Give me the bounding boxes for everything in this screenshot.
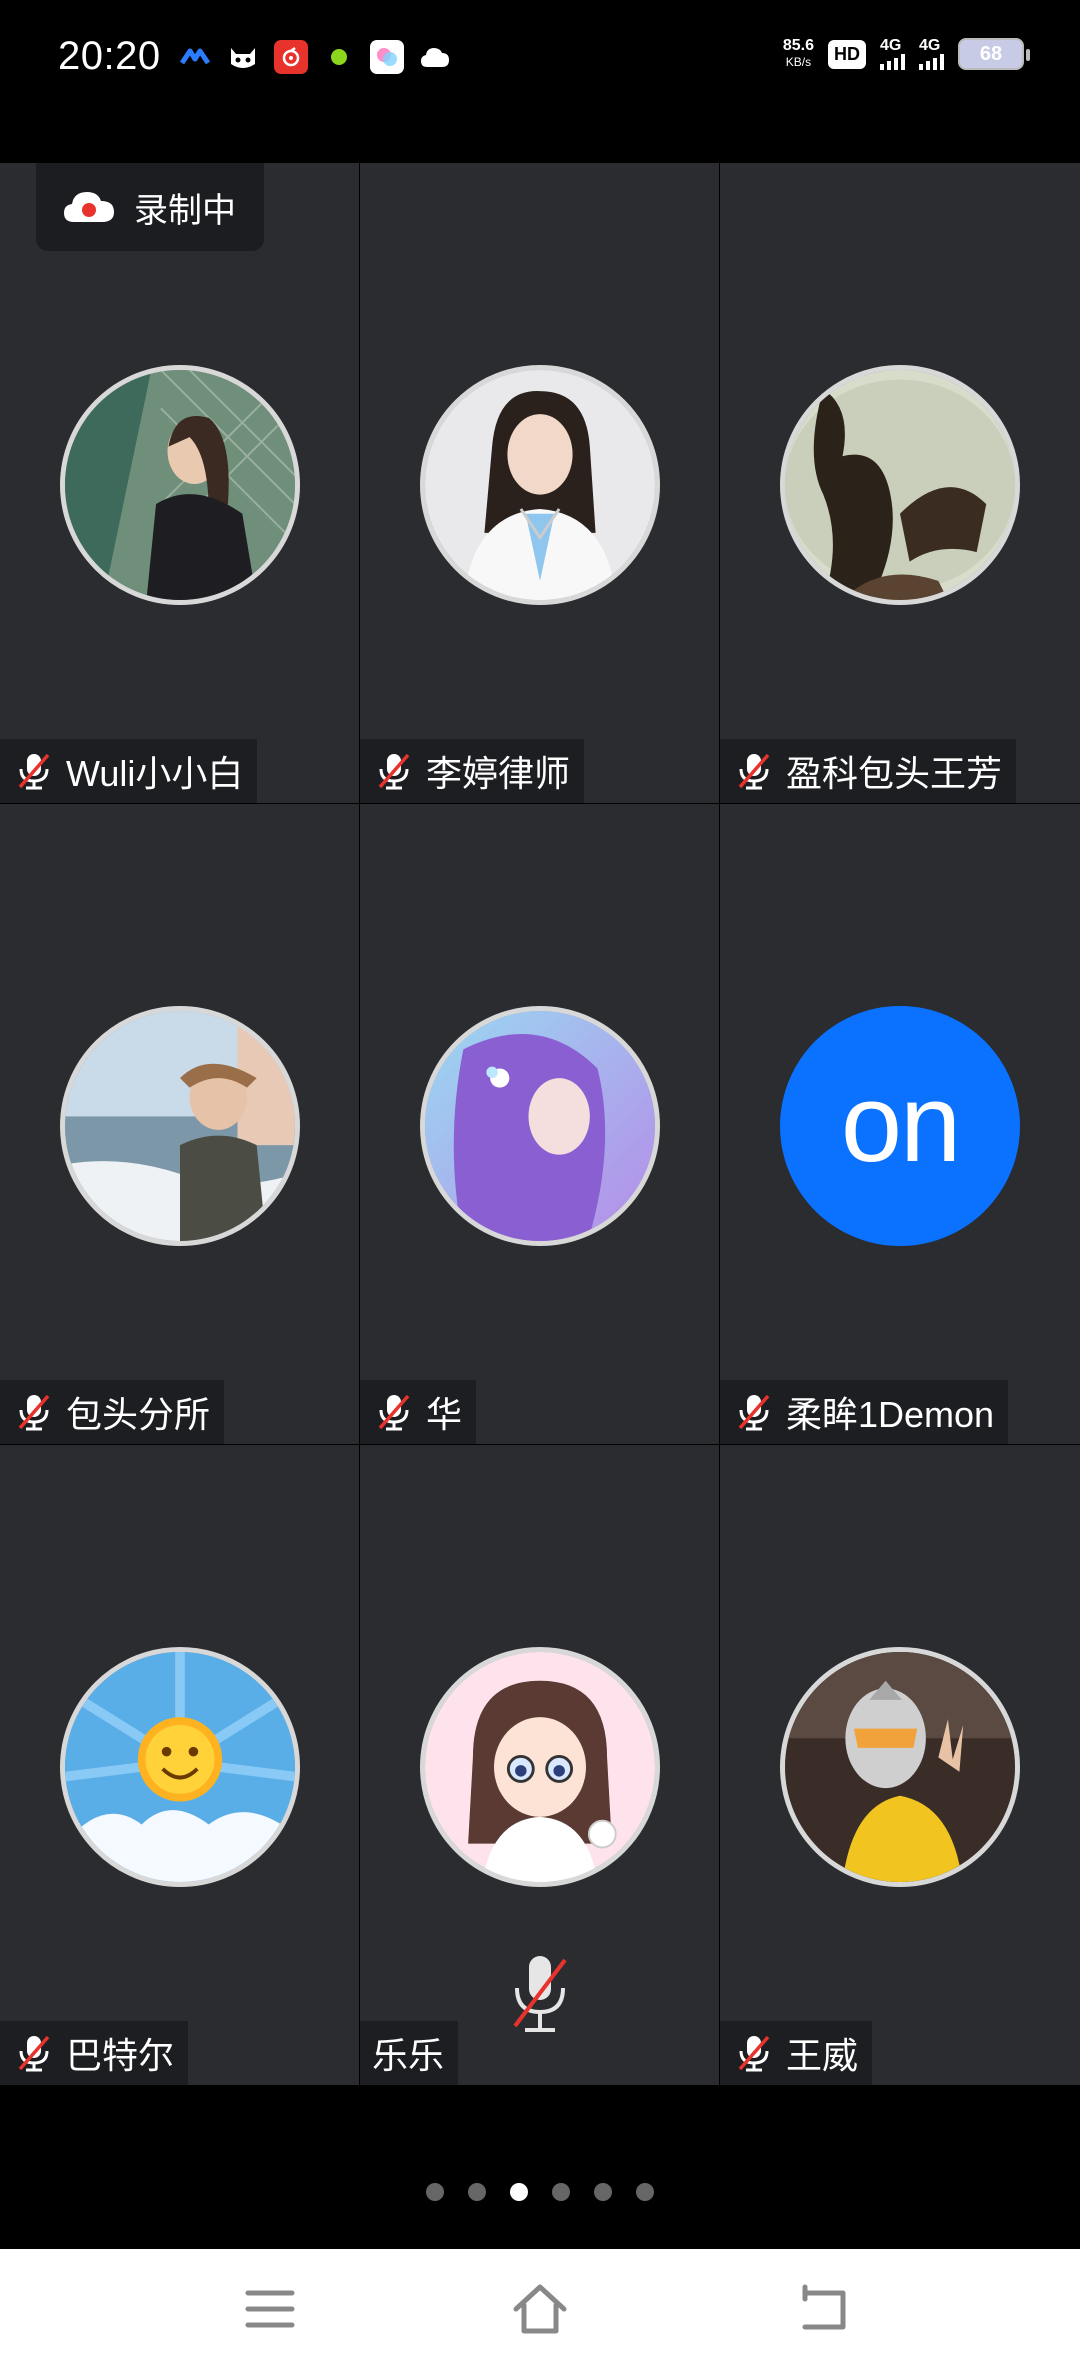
- sim2-signal: 4G: [919, 38, 944, 70]
- sim1-signal: 4G: [880, 38, 905, 70]
- participant-tile[interactable]: on 柔眸1Demon: [720, 804, 1080, 1444]
- page-dot-active[interactable]: [510, 2183, 528, 2201]
- page-dot[interactable]: [552, 2183, 570, 2201]
- participant-tile[interactable]: 盈科包头王芳: [720, 163, 1080, 803]
- muted-mic-icon: [18, 2035, 50, 2072]
- system-nav-bar: [0, 2249, 1080, 2376]
- participant-avatar-initials: on: [780, 1006, 1020, 1246]
- status-bar: 20:20 85.6 KB/s HD 4G 4G 68: [0, 0, 1080, 115]
- system-icons: 85.6 KB/s HD 4G 4G 68: [783, 38, 1030, 70]
- cat-icon: [226, 40, 260, 74]
- sim2-network-type: 4G: [919, 37, 941, 54]
- participant-namebar: 李婷律师: [360, 739, 585, 803]
- participant-name: 巴特尔: [66, 2035, 175, 2076]
- avatar-initials: on: [840, 1061, 961, 1185]
- battery-icon: 68: [958, 38, 1030, 70]
- participant-namebar: 巴特尔: [0, 2021, 189, 2085]
- participant-tile[interactable]: 李婷律师: [360, 163, 719, 803]
- music-app-icon: [274, 40, 308, 74]
- green-dot-icon: [322, 40, 356, 74]
- page-dot[interactable]: [468, 2183, 486, 2201]
- muted-mic-icon: [738, 2035, 770, 2072]
- muted-mic-icon: [18, 1394, 50, 1431]
- participant-name: 王威: [786, 2035, 859, 2076]
- participant-avatar: [420, 365, 660, 605]
- cloud-icon: [418, 40, 452, 74]
- participant-name: 盈科包头王芳: [786, 753, 1003, 794]
- network-speed: 85.6 KB/s: [783, 38, 814, 70]
- participant-avatar: [420, 1647, 660, 1887]
- battery-level: 68: [979, 43, 1003, 65]
- participant-avatar: [420, 1006, 660, 1246]
- participant-namebar: Wuli小小白: [0, 739, 258, 803]
- participant-namebar: 华: [360, 1380, 477, 1444]
- participant-name: 包头分所: [66, 1394, 211, 1435]
- participant-name: Wuli小小白: [66, 753, 244, 794]
- gallery-app-icon: [370, 40, 404, 74]
- menu-icon[interactable]: [240, 2279, 300, 2339]
- muted-mic-icon: [378, 753, 410, 790]
- participant-namebar: 盈科包头王芳: [720, 739, 1017, 803]
- muted-mic-icon: [738, 753, 770, 790]
- network-speed-value: 85.6: [782, 37, 814, 54]
- participant-namebar: 乐乐: [360, 2021, 459, 2085]
- participant-namebar: 包头分所: [0, 1380, 225, 1444]
- participant-tile[interactable]: 包头分所: [0, 804, 359, 1444]
- participant-namebar: 王威: [720, 2021, 873, 2085]
- notification-icons: [178, 40, 452, 74]
- signal-bars-icon: [880, 54, 905, 70]
- signal-bars-icon: [919, 54, 944, 70]
- participant-avatar: [780, 1647, 1020, 1887]
- recording-label: 录制中: [134, 191, 236, 230]
- participant-avatar: [60, 365, 300, 605]
- participant-avatar: [780, 365, 1020, 605]
- page-indicator[interactable]: [0, 2183, 1080, 2201]
- participant-grid: Wuli小小白 李婷律师 盈科包头王芳 包头分所 华 on 柔眸1Demon 巴…: [0, 163, 1080, 2085]
- participant-tile[interactable]: 巴特尔: [0, 1445, 359, 2085]
- muted-mic-icon: [378, 1394, 410, 1431]
- cloud-record-icon: [64, 192, 114, 222]
- page-dot[interactable]: [636, 2183, 654, 2201]
- status-time: 20:20: [58, 34, 161, 78]
- back-icon[interactable]: [795, 2279, 855, 2339]
- home-icon[interactable]: [510, 2279, 570, 2339]
- participant-name: 柔眸1Demon: [786, 1394, 995, 1435]
- muted-mic-icon: [738, 1394, 770, 1431]
- muted-mic-icon: [18, 753, 50, 790]
- page-dot[interactable]: [426, 2183, 444, 2201]
- participant-avatar: [60, 1647, 300, 1887]
- sim1-network-type: 4G: [880, 37, 902, 54]
- participant-name: 李婷律师: [426, 753, 571, 794]
- hd-voice-badge: HD: [828, 39, 866, 69]
- participant-name: 乐乐: [372, 2035, 445, 2076]
- participant-tile[interactable]: Wuli小小白: [0, 163, 359, 803]
- participant-avatar: [60, 1006, 300, 1246]
- participant-name: 华: [426, 1394, 463, 1435]
- participant-tile[interactable]: 乐乐: [360, 1445, 719, 2085]
- participant-tile[interactable]: 华: [360, 804, 719, 1444]
- page-dot[interactable]: [594, 2183, 612, 2201]
- muted-mic-large-icon: [513, 1956, 567, 2032]
- recording-indicator[interactable]: 录制中: [36, 163, 264, 251]
- participant-tile[interactable]: 王威: [720, 1445, 1080, 2085]
- network-speed-unit: KB/s: [785, 55, 812, 69]
- app-icon-blue: [178, 40, 212, 74]
- participant-namebar: 柔眸1Demon: [720, 1380, 1009, 1444]
